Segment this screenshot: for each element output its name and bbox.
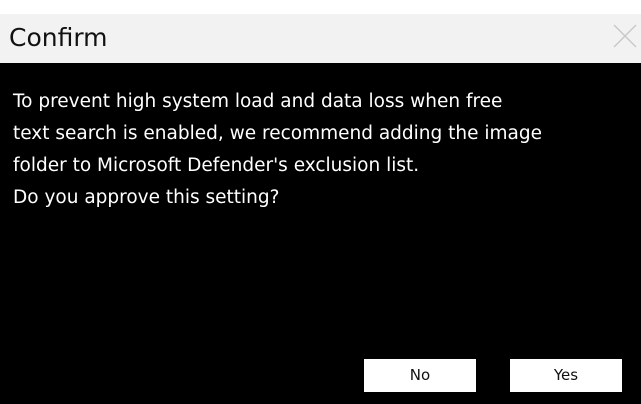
message-line: To prevent high system load and data los… (13, 91, 503, 112)
confirm-dialog: Confirm To prevent high system load and … (0, 0, 641, 404)
message-line: text search is enabled, we recommend add… (13, 123, 543, 144)
message-line: folder to Microsoft Defender's exclusion… (13, 155, 420, 176)
yes-button[interactable]: Yes (510, 359, 622, 392)
dialog-message: To prevent high system load and data los… (13, 86, 631, 214)
dialog-body: To prevent high system load and data los… (0, 63, 641, 404)
message-line: Do you approve this setting? (13, 187, 280, 208)
dialog-title: Confirm (9, 23, 108, 52)
dialog-titlebar: Confirm (0, 14, 641, 63)
close-icon[interactable] (605, 18, 641, 54)
no-button[interactable]: No (364, 359, 476, 392)
